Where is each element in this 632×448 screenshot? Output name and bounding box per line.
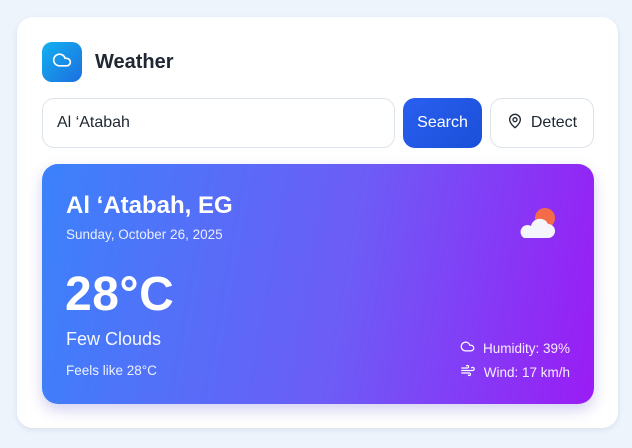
weather-condition: Few Clouds xyxy=(66,329,162,349)
wind-label: Wind: 17 km/h xyxy=(483,364,570,380)
app-title: Weather xyxy=(95,51,174,73)
wind-icon xyxy=(460,363,476,381)
weather-card: Weather Search Detect Al ‘Atabah, EG Sun… xyxy=(17,17,618,428)
current-date: Sunday, October 26, 2025 xyxy=(66,227,223,242)
detect-location-button[interactable]: Detect xyxy=(490,98,594,148)
app-logo xyxy=(42,42,82,82)
map-pin-icon xyxy=(507,113,523,134)
humidity-stat: Humidity: 39% xyxy=(460,339,570,357)
location-name: Al ‘Atabah, EG xyxy=(66,192,233,219)
partly-cloudy-icon xyxy=(515,204,561,249)
humidity-label: Humidity: 39% xyxy=(482,340,570,356)
detect-button-label: Detect xyxy=(530,114,578,131)
cloud-icon xyxy=(52,50,72,75)
wind-stat: Wind: 17 km/h xyxy=(460,363,570,381)
search-button-label: Search xyxy=(417,114,468,131)
city-search-input[interactable] xyxy=(42,98,395,148)
feels-like-text: Feels like 28°C xyxy=(66,363,157,378)
cloud-icon xyxy=(460,339,475,357)
temperature-value: 28°C xyxy=(65,268,175,321)
current-weather-panel: Al ‘Atabah, EG Sunday, October 26, 2025 … xyxy=(42,164,594,404)
search-button[interactable]: Search xyxy=(403,98,482,148)
